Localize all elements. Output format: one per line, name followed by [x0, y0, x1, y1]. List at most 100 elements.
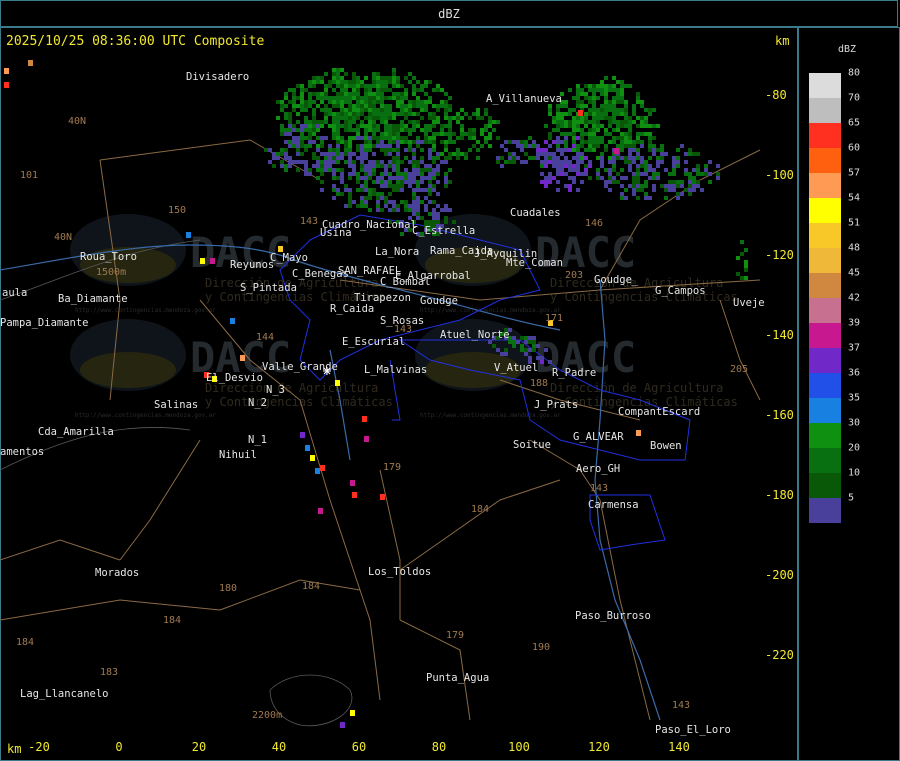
legend-swatch	[809, 423, 841, 448]
echo-cell	[680, 192, 684, 196]
echo-cell	[472, 132, 476, 136]
echo-cell	[704, 172, 708, 176]
echo-cell	[332, 176, 336, 180]
echo-cell	[364, 180, 368, 184]
echo-cell	[364, 132, 368, 136]
echo-cell	[428, 136, 432, 140]
echo-cell	[364, 436, 369, 442]
echo-cell	[652, 172, 656, 176]
echo-cell	[644, 184, 648, 188]
echo-cell	[616, 120, 620, 124]
echo-cell	[684, 152, 688, 156]
echo-cell	[316, 168, 320, 172]
echo-cell	[620, 120, 624, 124]
echo-cell	[392, 208, 396, 212]
echo-cell	[336, 152, 340, 156]
echo-cell	[312, 100, 316, 104]
echo-cell	[344, 160, 348, 164]
echo-cell	[660, 160, 664, 164]
echo-cell	[648, 156, 652, 160]
echo-cell	[304, 160, 308, 164]
echo-cell	[344, 92, 348, 96]
legend-level-label: 51	[848, 217, 861, 229]
echo-cell	[616, 128, 620, 132]
echo-cell	[608, 172, 612, 176]
echo-cell	[432, 208, 436, 212]
place-label: G_ALVEAR	[573, 431, 624, 443]
echo-cell	[432, 188, 436, 192]
x-tick-label: 0	[115, 740, 123, 754]
echo-cell	[432, 200, 436, 204]
echo-cell	[436, 108, 440, 112]
echo-cell	[572, 124, 576, 128]
echo-cell	[412, 104, 416, 108]
echo-cell	[624, 100, 628, 104]
echo-cell	[336, 144, 340, 148]
echo-cell	[576, 144, 580, 148]
watermark-url: http://www.contingencias.mendoza.gov.ar	[75, 412, 216, 419]
echo-cell	[344, 128, 348, 132]
echo-cell	[628, 132, 632, 136]
echo-cell	[564, 156, 568, 160]
echo-cell	[380, 112, 384, 116]
echo-cell	[348, 200, 352, 204]
echo-cell	[640, 104, 644, 108]
echo-cell	[384, 200, 388, 204]
echo-cell	[584, 132, 588, 136]
echo-cell	[608, 84, 612, 88]
echo-cell	[652, 136, 656, 140]
echo-cell	[276, 156, 280, 160]
echo-cell	[368, 136, 372, 140]
echo-cell	[376, 112, 380, 116]
echo-cell	[396, 112, 400, 116]
echo-cell	[384, 184, 388, 188]
echo-cell	[368, 164, 372, 168]
echo-cell	[400, 108, 404, 112]
echo-cell	[424, 220, 428, 224]
echo-cell	[576, 136, 580, 140]
echo-cell	[424, 204, 428, 208]
place-label: Cuadales	[510, 207, 561, 219]
echo-cell	[464, 156, 468, 160]
echo-cell	[364, 100, 368, 104]
echo-cell	[664, 168, 668, 172]
echo-cell	[416, 172, 420, 176]
echo-cell	[280, 152, 284, 156]
echo-cell	[356, 124, 360, 128]
radar-map[interactable]: DACCDirección de Agriculturay Contingenc…	[0, 52, 764, 736]
echo-cell	[348, 160, 352, 164]
echo-cell	[432, 176, 436, 180]
echo-cell	[636, 164, 640, 168]
echo-cell	[315, 468, 320, 474]
echo-cell	[600, 140, 604, 144]
echo-cell	[428, 128, 432, 132]
echo-cell	[308, 100, 312, 104]
echo-cell	[676, 156, 680, 160]
echo-cell	[340, 80, 344, 84]
echo-cell	[416, 124, 420, 128]
echo-cell	[300, 92, 304, 96]
echo-cell	[548, 172, 552, 176]
echo-cell	[448, 156, 452, 160]
echo-cell	[588, 148, 592, 152]
echo-cell	[520, 336, 524, 340]
echo-cell	[436, 216, 440, 220]
echo-cell	[548, 180, 552, 184]
timestamp-header: 2025/10/25 08:36:00 UTC Composite	[6, 34, 265, 49]
echo-cell	[564, 144, 568, 148]
echo-cell	[556, 168, 560, 172]
echo-cell	[320, 108, 324, 112]
echo-cell	[316, 104, 320, 108]
echo-cell	[372, 180, 376, 184]
echo-cell	[628, 120, 632, 124]
echo-cell	[384, 148, 388, 152]
echo-cell	[580, 104, 584, 108]
place-label: Paso_El_Loro	[655, 724, 731, 736]
echo-cell	[580, 172, 584, 176]
echo-cell	[388, 132, 392, 136]
echo-cell	[348, 136, 352, 140]
echo-cell	[320, 80, 324, 84]
echo-cell	[348, 164, 352, 168]
echo-cell	[332, 120, 336, 124]
legend-level-label: 65	[848, 117, 861, 129]
